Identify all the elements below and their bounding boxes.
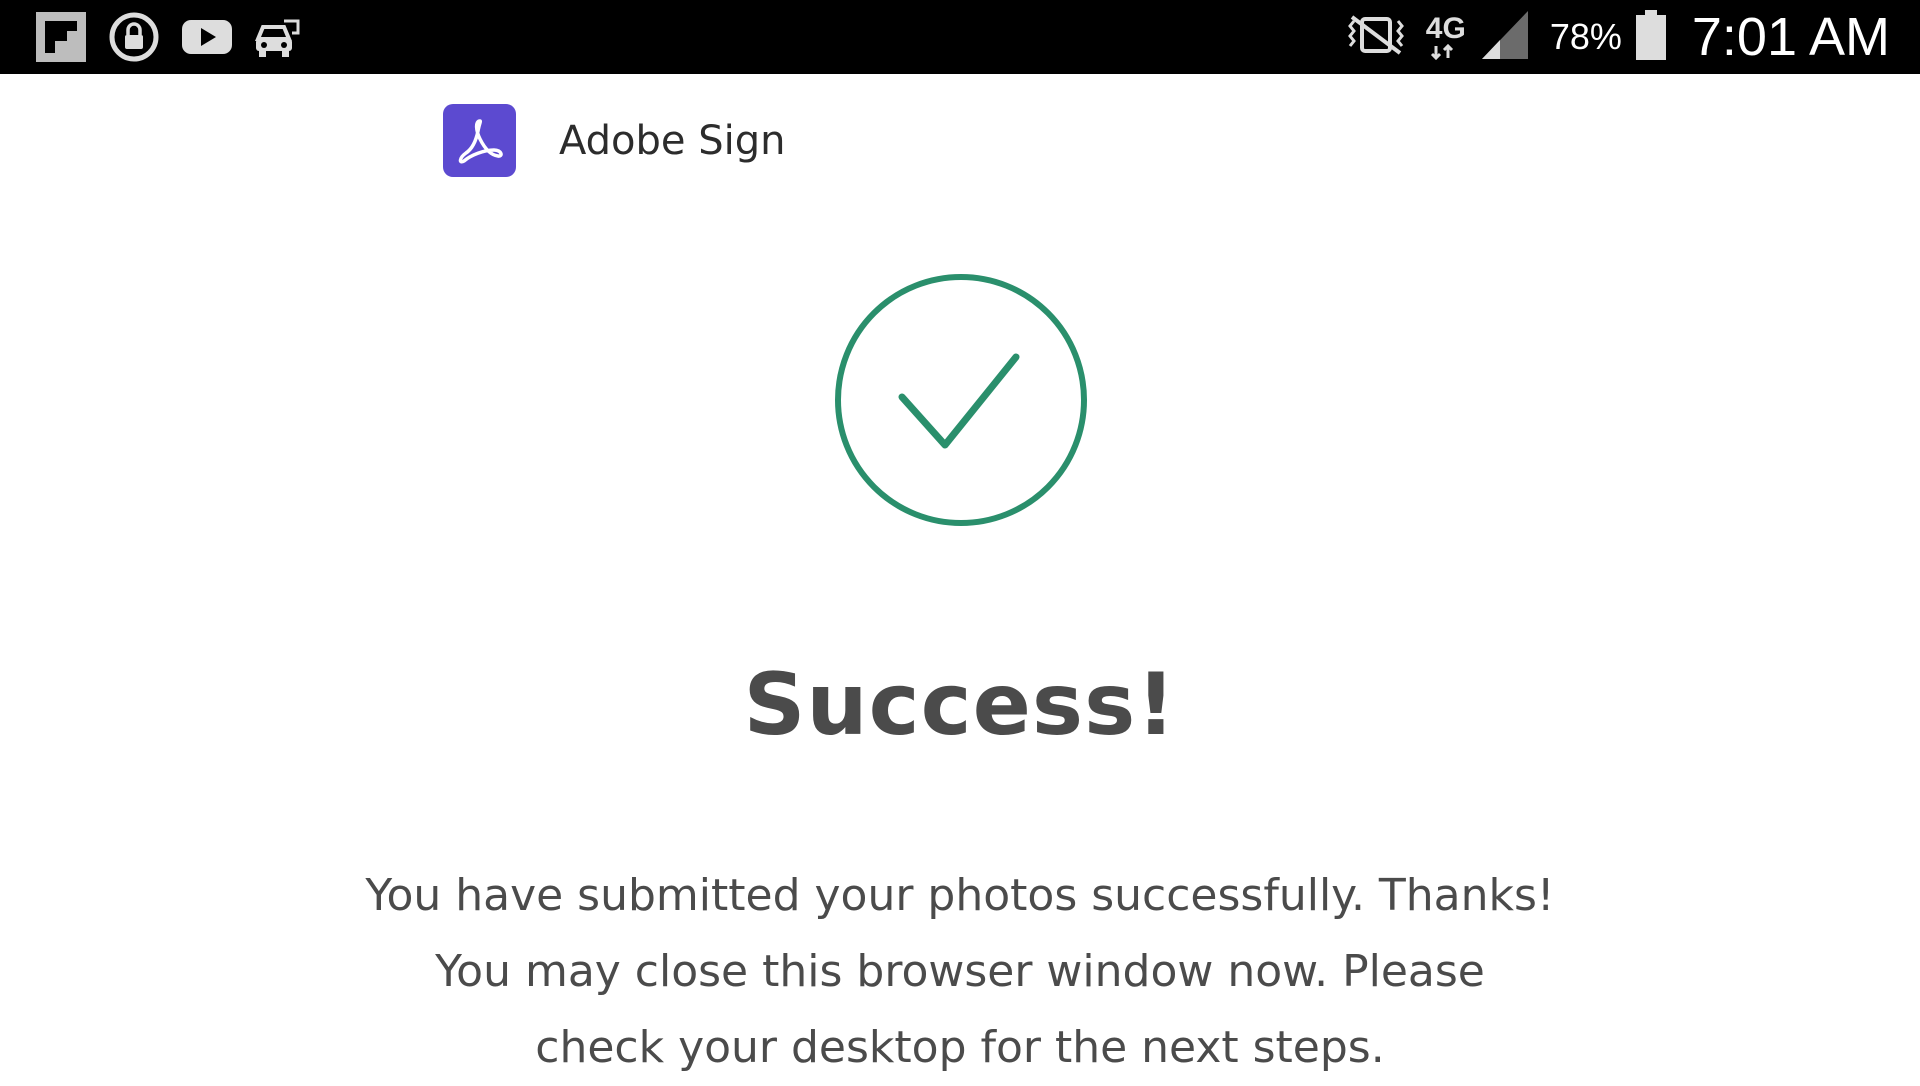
network-4g-lte-icon: 4G: [1426, 14, 1466, 60]
adobe-sign-logo-icon: [443, 104, 516, 177]
message-line: check your desktop for the next steps.: [535, 1022, 1385, 1073]
network-label: 4G: [1425, 12, 1466, 45]
status-bar: 4G 78% 7:01 AM: [0, 0, 1920, 74]
battery-percent: 78%: [1549, 16, 1622, 57]
app-name: Adobe Sign: [559, 117, 786, 164]
app-header: Adobe Sign: [443, 104, 785, 177]
lock-icon: [108, 11, 160, 63]
battery-icon: [1635, 9, 1666, 65]
message-line: You have submitted your photos successfu…: [365, 870, 1555, 921]
signal-icon: [1480, 9, 1530, 66]
notification-icons: [36, 12, 302, 62]
flipboard-icon: [36, 12, 86, 62]
success-message: You have submitted your photos successfu…: [360, 858, 1560, 1086]
checkmark-circle-icon: [834, 273, 1088, 527]
success-title: Success!: [743, 655, 1177, 755]
status-clock: 7:01 AM: [1691, 7, 1890, 67]
vibrate-icon: [1340, 13, 1412, 62]
message-line: You may close this browser window now. P…: [435, 946, 1485, 997]
youtube-icon: [182, 18, 232, 56]
system-indicators: 4G 78% 7:01 AM: [1340, 0, 1890, 74]
car-mode-icon: [254, 15, 302, 59]
